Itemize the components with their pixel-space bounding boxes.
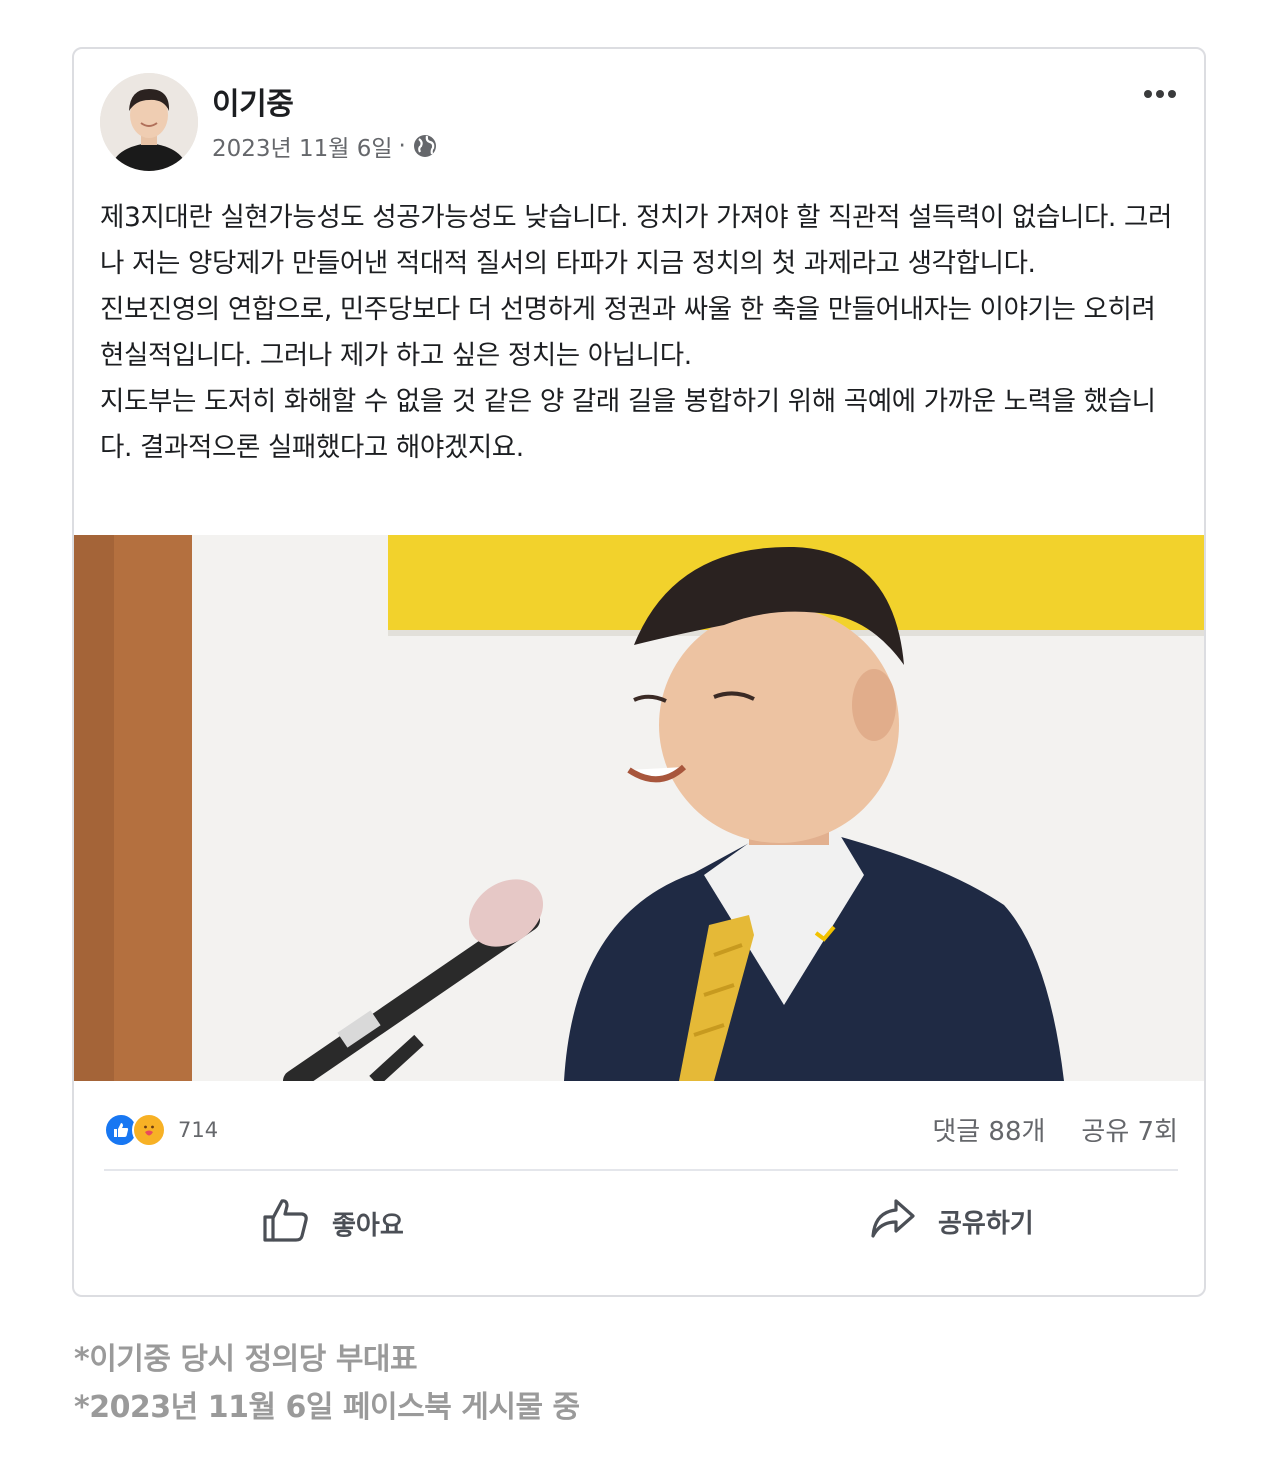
more-horizontal-icon bbox=[1144, 90, 1152, 98]
facebook-post-card: 이기중 2023년 11월 6일 · 제3지대란 실현가능성도 성공가능성도 낮… bbox=[72, 47, 1206, 1297]
care-reaction-icon bbox=[132, 1113, 166, 1147]
post-body: 제3지대란 실현가능성도 성공가능성도 낮습니다. 정치가 가져야 할 직관적 … bbox=[100, 195, 1180, 471]
post-stats: 댓글 88개 공유 7회 bbox=[932, 1111, 1178, 1148]
comments-count[interactable]: 댓글 88개 bbox=[932, 1111, 1045, 1148]
author-name[interactable]: 이기중 bbox=[212, 79, 294, 123]
footnote-1: *이기중 당시 정의당 부대표 bbox=[74, 1342, 418, 1377]
thumbs-up-icon bbox=[262, 1197, 310, 1250]
divider bbox=[104, 1169, 1178, 1171]
reaction-count: 714 bbox=[178, 1118, 219, 1142]
globe-icon bbox=[412, 133, 438, 159]
footnote-2: *2023년 11월 6일 페이스북 게시물 중 bbox=[74, 1390, 580, 1425]
post-photo[interactable] bbox=[74, 535, 1204, 1081]
more-options-button[interactable] bbox=[1138, 79, 1182, 109]
reaction-summary[interactable]: 714 bbox=[104, 1113, 218, 1147]
share-label: 공유하기 bbox=[938, 1209, 1034, 1239]
like-button[interactable]: 좋아요 bbox=[262, 1197, 404, 1250]
post-paragraph: 지도부는 도저히 화해할 수 없을 것 같은 양 갈래 길을 봉합하기 위해 곡… bbox=[100, 386, 1156, 463]
share-arrow-icon bbox=[870, 1197, 916, 1246]
shares-count[interactable]: 공유 7회 bbox=[1081, 1111, 1178, 1148]
like-label: 좋아요 bbox=[332, 1211, 404, 1241]
post-paragraph: 제3지대란 실현가능성도 성공가능성도 낮습니다. 정치가 가져야 할 직관적 … bbox=[100, 202, 1172, 279]
post-meta: 2023년 11월 6일 · bbox=[212, 129, 438, 163]
more-dot bbox=[1168, 90, 1176, 98]
more-dot bbox=[1156, 90, 1164, 98]
post-paragraph: 진보진영의 연합으로, 민주당보다 더 선명하게 정권과 싸울 한 축을 만들어… bbox=[100, 294, 1156, 371]
author-avatar[interactable] bbox=[100, 73, 198, 171]
post-date[interactable]: 2023년 11월 6일 bbox=[212, 129, 393, 163]
share-button[interactable]: 공유하기 bbox=[870, 1197, 1034, 1246]
meta-separator: · bbox=[398, 133, 406, 159]
